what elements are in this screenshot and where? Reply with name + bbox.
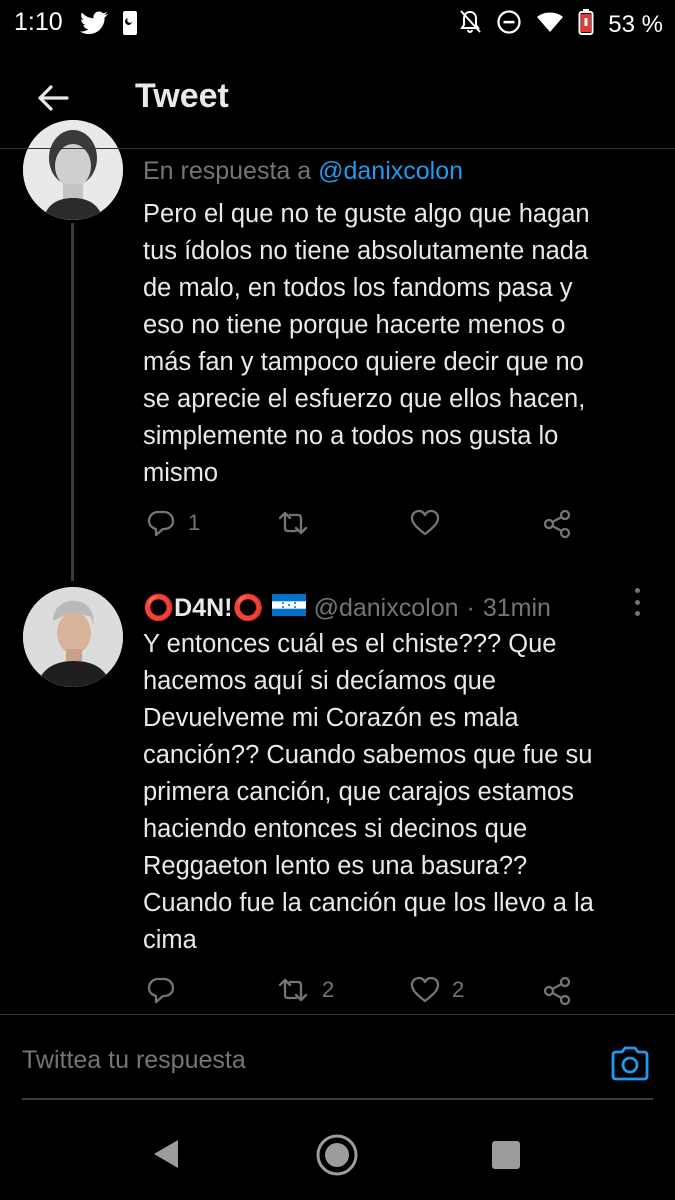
reply-icon — [146, 508, 176, 538]
retweet-icon — [276, 508, 310, 538]
username-handle[interactable]: @danixcolon — [314, 594, 459, 623]
retweet-button[interactable]: 2 — [276, 975, 334, 1005]
twitter-bird-icon — [80, 11, 108, 40]
status-system-icons: 53 % — [458, 8, 663, 41]
tweet-header: ⭕D4N!⭕ @danixcolon · 31min — [143, 591, 551, 625]
tweet-text: Y entonces cuál es el chiste??? Que hace… — [143, 630, 594, 954]
like-button[interactable] — [410, 508, 452, 538]
more-vertical-icon — [634, 588, 640, 593]
like-button[interactable]: 2 — [410, 975, 464, 1005]
reply-context: En respuesta a @danixcolon — [143, 157, 463, 186]
retweet-count: 2 — [322, 977, 335, 1002]
reply-input[interactable] — [22, 1046, 582, 1075]
meta-separator: · — [466, 593, 475, 622]
share-button[interactable] — [541, 975, 573, 1007]
reply-button[interactable]: 1 — [146, 508, 200, 538]
battery-percentage: 53 % — [608, 10, 663, 38]
more-vertical-icon-dot — [634, 599, 640, 605]
page-title: Tweet — [135, 77, 229, 115]
nav-home-button[interactable] — [316, 1134, 358, 1181]
tweet-detail-screen: 1:10 53 % Tweet En respuesta a @danixcol… — [0, 0, 675, 1200]
do-not-disturb-icon — [496, 9, 522, 40]
reply-button[interactable] — [146, 975, 188, 1005]
status-time: 1:10 — [14, 8, 63, 36]
tweet-actions: 1 — [143, 508, 613, 548]
share-icon — [541, 508, 573, 540]
system-navigation-bar — [0, 1110, 675, 1200]
share-button[interactable] — [541, 508, 573, 540]
reply-count: 1 — [188, 510, 201, 535]
avatar[interactable] — [23, 587, 123, 687]
retweet-icon — [276, 975, 310, 1005]
composer-divider — [0, 1014, 675, 1015]
triangle-back-icon — [150, 1140, 182, 1175]
reply-handle-link[interactable]: @danixcolon — [318, 157, 463, 185]
avatar[interactable] — [23, 120, 123, 220]
more-vertical-icon-dot — [634, 611, 640, 616]
notifications-off-icon — [458, 9, 482, 40]
heart-icon — [410, 975, 440, 1005]
retweet-button[interactable] — [276, 508, 322, 538]
home-circle-icon — [316, 1134, 358, 1180]
header-divider — [0, 148, 675, 149]
thread-connector-line — [71, 223, 74, 581]
heart-icon — [410, 508, 440, 538]
display-name[interactable]: ⭕D4N!⭕ — [143, 594, 264, 623]
like-count: 2 — [452, 977, 465, 1002]
battery-icon — [578, 8, 594, 41]
more-options-button[interactable] — [630, 588, 644, 616]
camera-button[interactable] — [609, 1043, 651, 1085]
status-notification-icons — [80, 10, 138, 41]
reply-icon — [146, 975, 176, 1005]
reply-prefix: En respuesta a — [143, 157, 312, 185]
camera-icon — [609, 1046, 651, 1089]
status-bar: 1:10 53 % — [0, 0, 675, 48]
back-button[interactable] — [30, 77, 76, 123]
arrow-left-icon — [36, 84, 70, 117]
tweet-text: Pero el que no te guste algo que hagan t… — [143, 200, 590, 487]
nav-back-button[interactable] — [150, 1137, 182, 1176]
composer-underline — [22, 1098, 653, 1100]
honduras-flag-icon — [271, 593, 306, 623]
nav-recents-button[interactable] — [492, 1141, 520, 1169]
tweet-actions: 2 2 — [143, 975, 613, 1015]
phone-icon — [122, 10, 138, 41]
share-icon — [541, 975, 573, 1007]
tweet-timestamp: 31min — [482, 593, 551, 622]
wifi-icon — [536, 11, 564, 38]
